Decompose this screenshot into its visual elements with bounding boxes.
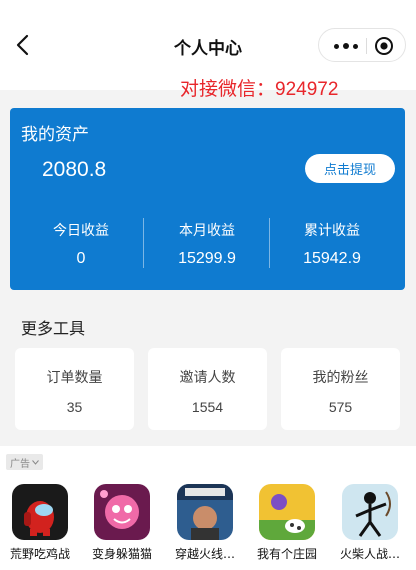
ad-app[interactable]: 变身躲猫猫 xyxy=(92,484,152,562)
game-app-icon xyxy=(12,484,68,540)
nav-bar: 个人中心 对接微信：924972 xyxy=(0,0,416,100)
stat-label: 今日收益 xyxy=(53,223,109,239)
tool-card-invites[interactable]: 邀请人数 1554 xyxy=(148,348,267,430)
tool-value: 575 xyxy=(328,399,353,415)
ad-app-name: 变身躲猫猫 xyxy=(91,547,152,561)
ad-app[interactable]: 荒野吃鸡战 xyxy=(10,484,70,562)
stat-today: 今日收益 0 xyxy=(16,220,146,268)
stat-value: 0 xyxy=(76,250,86,267)
tool-label: 我的粉丝 xyxy=(312,370,369,386)
game-app-icon xyxy=(342,484,398,540)
capsule-divider xyxy=(366,38,367,54)
stat-total: 累计收益 15942.9 xyxy=(267,220,397,268)
tool-label: 订单数量 xyxy=(46,370,103,386)
asset-card: 我的资产 2080.8 点击提现 今日收益 0 本月收益 15299.9 累计收… xyxy=(10,108,405,290)
ad-tag[interactable]: 广告 xyxy=(6,454,43,470)
asset-title: 我的资产 xyxy=(21,125,89,145)
target-icon[interactable] xyxy=(374,36,394,56)
ad-app[interactable]: 火柴人战… xyxy=(340,484,400,562)
tool-value: 35 xyxy=(66,399,83,415)
ad-app-name: 火柴人战… xyxy=(339,547,400,561)
game-app-icon xyxy=(259,484,315,540)
stat-label: 本月收益 xyxy=(179,223,235,239)
stat-label: 累计收益 xyxy=(304,223,360,239)
game-app-icon xyxy=(177,484,233,540)
mini-program-capsule xyxy=(318,28,406,62)
game-app-icon xyxy=(94,484,150,540)
tool-label: 邀请人数 xyxy=(179,370,236,386)
more-dots-icon[interactable] xyxy=(329,29,363,63)
ad-tag-label: 广告 xyxy=(10,458,30,470)
stat-value: 15299.9 xyxy=(178,250,236,267)
stat-month: 本月收益 15299.9 xyxy=(142,220,272,268)
withdraw-button[interactable]: 点击提现 xyxy=(305,154,395,183)
ad-app[interactable]: 我有个庄园 xyxy=(257,484,317,562)
chevron-down-icon xyxy=(32,459,39,465)
asset-amount: 2080.8 xyxy=(42,158,107,181)
ad-app[interactable]: 穿越火线… xyxy=(175,484,235,562)
ad-app-name: 我有个庄园 xyxy=(256,547,317,561)
tool-card-fans[interactable]: 我的粉丝 575 xyxy=(281,348,400,430)
tool-card-orders[interactable]: 订单数量 35 xyxy=(15,348,134,430)
contact-wechat-text: 对接微信：924972 xyxy=(180,79,339,100)
tool-value: 1554 xyxy=(191,399,224,415)
ad-app-name: 穿越火线… xyxy=(174,547,235,561)
ad-banner: 广告 荒野吃鸡战 变身躲猫猫 穿越火线… 我有个庄园 火柴人战… xyxy=(0,446,416,570)
ad-app-name: 荒野吃鸡战 xyxy=(9,547,70,561)
stat-value: 15942.9 xyxy=(303,250,361,267)
tools-section-title: 更多工具 xyxy=(21,319,86,338)
